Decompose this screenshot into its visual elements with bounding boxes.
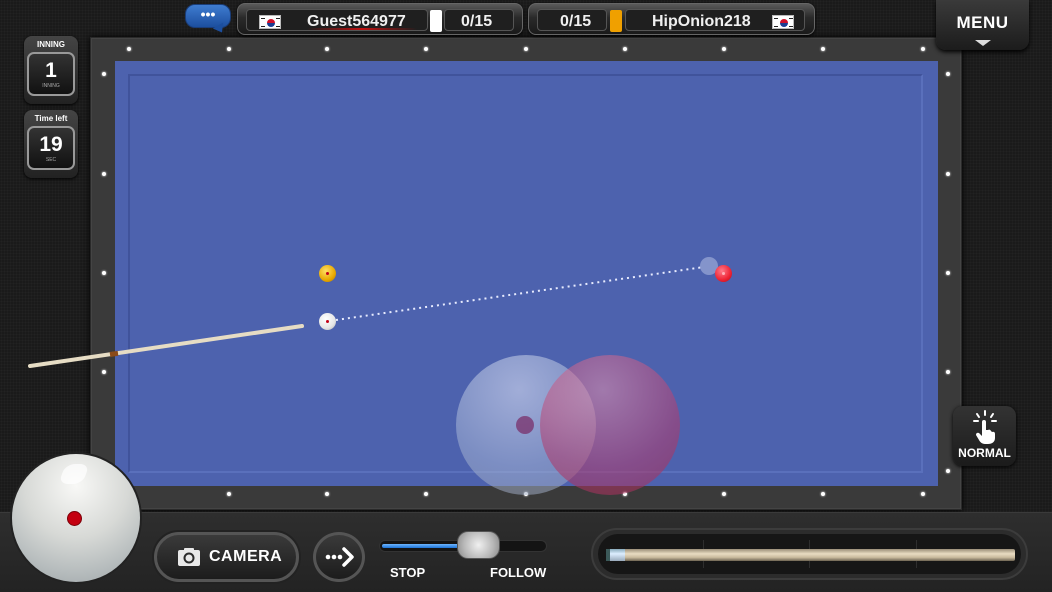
power-cue-stick[interactable]: [606, 549, 1015, 561]
camera-icon: [178, 548, 200, 566]
inning-title: INNING: [37, 40, 65, 49]
aim-line-layer: [28, 266, 705, 368]
spin-selector[interactable]: [12, 454, 140, 582]
inning-panel: 1 INNING: [27, 52, 75, 96]
active-turn-indicator: [307, 28, 417, 30]
ball-marker: [326, 320, 329, 323]
menu-button[interactable]: MENU: [936, 0, 1029, 50]
spin-point-marker[interactable]: [67, 511, 82, 526]
cue-stick[interactable]: [28, 324, 304, 368]
player-right-name-panel: HipOnion218: [625, 9, 805, 31]
camera-button[interactable]: CAMERA: [154, 532, 299, 582]
time-left-value: 19: [39, 133, 63, 156]
normal-mode-label: NORMAL: [958, 446, 1011, 460]
player-right-scoreboard: 0/15 HipOnion218: [528, 3, 815, 35]
tap-hand-icon: [973, 410, 997, 444]
time-left-title: Time left: [34, 114, 68, 123]
stop-follow-slider-fill: [382, 544, 464, 548]
guideline-toggle-button[interactable]: [313, 532, 365, 582]
time-left-sub-label: SEC: [45, 157, 57, 163]
yellow-ball: [319, 265, 336, 282]
player-right-name: HipOnion218: [652, 13, 751, 30]
inning-sub-label: INNING: [42, 83, 60, 89]
player-left-scoreboard: Guest564977 0/15: [237, 3, 523, 35]
aim-line: [335, 266, 705, 321]
player-left-score-panel: 0/15: [444, 9, 514, 31]
player-right-score: 0/15: [560, 13, 592, 30]
red-ball: [715, 265, 732, 282]
player-right-score-panel: 0/15: [537, 9, 607, 31]
chevron-down-icon: [975, 40, 991, 46]
ball-marker: [326, 272, 329, 275]
camera-label: CAMERA: [209, 548, 283, 565]
slider-label-stop: STOP: [390, 565, 426, 580]
contact-preview-object-ball: [540, 355, 680, 495]
time-left-panel: 19 SEC: [27, 126, 75, 170]
korea-flag-icon: [772, 15, 794, 29]
cue-ball: [319, 313, 336, 330]
spin-ball-highlight: [58, 464, 90, 484]
cue-stick-ring: [109, 350, 119, 357]
inning-box: INNING 1 INNING: [24, 36, 78, 104]
player-right-ball-indicator: [610, 10, 622, 32]
menu-label: MENU: [956, 13, 1009, 32]
chat-icon: •••: [200, 6, 216, 22]
slider-label-follow: FOLLOW: [490, 565, 547, 580]
player-left-ball-indicator: [430, 10, 442, 32]
contact-point-marker: [516, 416, 534, 434]
player-left-score: 0/15: [461, 13, 493, 30]
korea-flag-icon: [259, 15, 281, 29]
normal-mode-button[interactable]: NORMAL: [953, 406, 1016, 466]
ball-marker: [722, 272, 725, 275]
shot-power-track: [598, 534, 1021, 574]
shot-power-bar[interactable]: [591, 528, 1028, 580]
player-left-name-panel: Guest564977: [246, 9, 428, 31]
stop-follow-slider-handle[interactable]: [456, 531, 500, 559]
power-cue-tip: [606, 549, 625, 561]
dotted-arrow-icon: [325, 547, 354, 567]
time-left-box: Time left 19 SEC: [24, 110, 78, 178]
inning-value: 1: [45, 59, 57, 82]
